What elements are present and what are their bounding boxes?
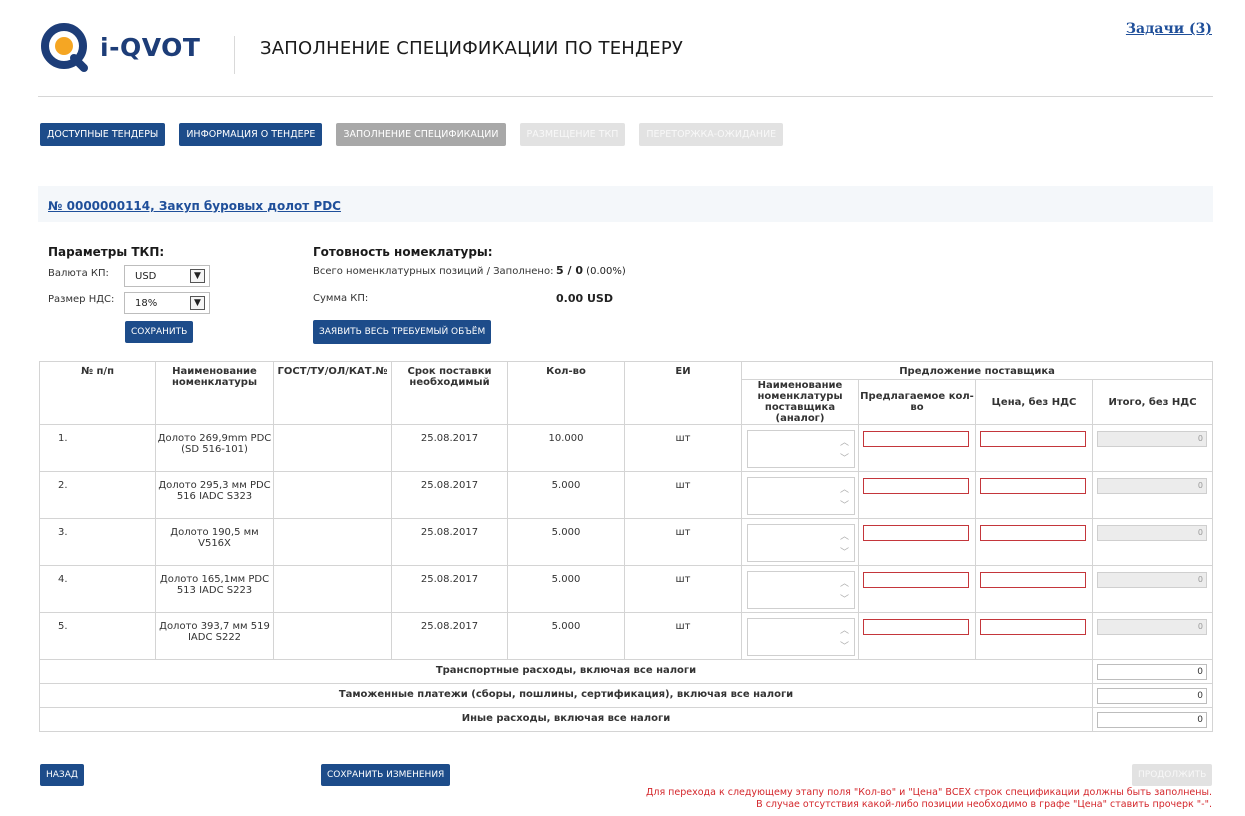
summary-row-transport: Транспортные расходы, включая все налоги…	[39, 659, 1214, 684]
tab-fill-spec[interactable]: ЗАПОЛНЕНИЕ СПЕЦИФИКАЦИИ	[336, 123, 506, 146]
positions-value: 5 / 0 (0.00%)	[556, 264, 626, 277]
col-price: Цена, без НДС	[975, 379, 1093, 425]
table-header-row: № п/п Наименование номенклатуры ГОСТ/ТУ/…	[39, 361, 1214, 425]
customs-cost-input[interactable]: 0	[1097, 688, 1207, 704]
supplier-name-input[interactable]: ︿ ﹀	[747, 618, 855, 656]
price-input[interactable]	[980, 619, 1086, 635]
other-cost-input[interactable]: 0	[1097, 712, 1207, 728]
back-button[interactable]: НАЗАД	[40, 764, 84, 786]
offered-qty-input[interactable]	[863, 619, 969, 635]
page-title: ЗАПОЛНЕНИЕ СПЕЦИФИКАЦИИ ПО ТЕНДЕРУ	[260, 38, 684, 59]
positions-label: Всего номенклатурных позиций / Заполнено…	[313, 266, 554, 277]
col-supplier-name: Наименование номенклатуры поставщика (ан…	[741, 379, 859, 425]
total-field: 0	[1097, 525, 1207, 541]
supplier-name-input[interactable]: ︿ ﹀	[747, 524, 855, 562]
col-name: Наименование номенклатуры	[155, 361, 274, 425]
chevron-down-icon: ▼	[190, 296, 205, 310]
total-field: 0	[1097, 478, 1207, 494]
currency-select[interactable]: USD ▼	[124, 265, 210, 287]
chevron-down-icon: ﹀	[839, 548, 849, 558]
step-nav: ДОСТУПНЫЕ ТЕНДЕРЫ ИНФОРМАЦИЯ О ТЕНДЕРЕ З…	[40, 123, 784, 146]
col-unit: ЕИ	[624, 361, 742, 425]
offered-qty-input[interactable]	[863, 431, 969, 447]
chevron-up-icon: ︿	[839, 626, 849, 636]
chevron-down-icon: ﹀	[839, 454, 849, 464]
sum-value: 0.00 USD	[556, 292, 613, 305]
price-input[interactable]	[980, 431, 1086, 447]
table-row: 4. Долото 165,1мм PDC 513 IADC S223 25.0…	[39, 565, 1214, 613]
chevron-up-icon: ︿	[839, 485, 849, 495]
table-row: 1. Долото 269,9mm PDC (SD 516-101) 25.08…	[39, 424, 1214, 472]
col-gost: ГОСТ/ТУ/ОЛ/КАТ.№	[273, 361, 392, 425]
logo-text: i-QVOT	[100, 32, 201, 62]
table-row: 3. Долото 190,5 мм V516X 25.08.2017 5.00…	[39, 518, 1214, 566]
vat-label: Размер НДС:	[48, 294, 115, 305]
currency-label: Валюта КП:	[48, 268, 109, 279]
sum-label: Сумма КП:	[313, 293, 369, 304]
tab-available-tenders[interactable]: ДОСТУПНЫЕ ТЕНДЕРЫ	[40, 123, 166, 146]
price-input[interactable]	[980, 572, 1086, 588]
col-offered-qty: Предлагаемое кол-во	[858, 379, 976, 425]
logo: i-QVOT	[40, 22, 200, 72]
logo-icon	[40, 22, 90, 72]
chevron-up-icon: ︿	[839, 532, 849, 542]
tab-place-tkp: РАЗМЕЩЕНИЕ ТКП	[519, 123, 626, 146]
tasks-link[interactable]: Задачи (3)	[1126, 21, 1212, 37]
supplier-name-input[interactable]: ︿ ﹀	[747, 430, 855, 468]
summary-row-customs: Таможенные платежи (сборы, пошлины, серт…	[39, 683, 1214, 708]
offered-qty-input[interactable]	[863, 478, 969, 494]
offered-qty-input[interactable]	[863, 572, 969, 588]
table-row: 2. Долото 295,3 мм PDC 516 IADC S323 25.…	[39, 471, 1214, 519]
col-total: Итого, без НДС	[1091, 379, 1214, 425]
col-supplier-group: Предложение поставщика	[740, 361, 1214, 380]
vat-select[interactable]: 18% ▼	[124, 292, 210, 314]
save-params-button[interactable]: СОХРАНИТЬ	[125, 321, 194, 343]
header-divider	[234, 36, 235, 74]
spec-table: № п/п Наименование номенклатуры ГОСТ/ТУ/…	[39, 361, 1214, 732]
total-field: 0	[1097, 431, 1207, 447]
col-num: № п/п	[39, 361, 156, 425]
tender-link[interactable]: № 0000000114, Закуп буровых долот PDC	[48, 199, 341, 213]
total-field: 0	[1097, 619, 1207, 635]
header-separator	[38, 96, 1213, 97]
params-title: Параметры ТКП:	[48, 245, 165, 259]
tab-tender-info[interactable]: ИНФОРМАЦИЯ О ТЕНДЕРЕ	[179, 123, 323, 146]
supplier-name-input[interactable]: ︿ ﹀	[747, 477, 855, 515]
tab-rebid: ПЕРЕТОРЖКА-ОЖИДАНИЕ	[639, 123, 784, 146]
col-date: Срок поставки необходимый	[391, 361, 508, 425]
chevron-down-icon: ﹀	[839, 501, 849, 511]
continue-button: ПРОДОЛЖИТЬ	[1132, 764, 1213, 786]
summary-row-other: Иные расходы, включая все налоги 0	[39, 707, 1214, 732]
chevron-down-icon: ▼	[190, 269, 205, 283]
transport-cost-input[interactable]: 0	[1097, 664, 1207, 680]
total-field: 0	[1097, 572, 1207, 588]
col-qty: Кол-во	[507, 361, 625, 425]
chevron-down-icon: ﹀	[839, 642, 849, 652]
supplier-name-input[interactable]: ︿ ﹀	[747, 571, 855, 609]
validation-note: Для перехода к следующему этапу поля "Ко…	[645, 787, 1212, 810]
offered-qty-input[interactable]	[863, 525, 969, 541]
chevron-down-icon: ﹀	[839, 595, 849, 605]
save-changes-button[interactable]: СОХРАНИТЬ ИЗМЕНЕНИЯ	[321, 764, 451, 786]
table-row: 5. Долото 393,7 мм 519 IADC S222 25.08.2…	[39, 612, 1214, 660]
chevron-up-icon: ︿	[839, 438, 849, 448]
price-input[interactable]	[980, 525, 1086, 541]
price-input[interactable]	[980, 478, 1086, 494]
declare-full-volume-button[interactable]: ЗАЯВИТЬ ВЕСЬ ТРЕБУЕМЫЙ ОБЪЁМ	[313, 320, 492, 344]
chevron-up-icon: ︿	[839, 579, 849, 589]
readiness-title: Готовность номеклатуры:	[313, 245, 493, 259]
